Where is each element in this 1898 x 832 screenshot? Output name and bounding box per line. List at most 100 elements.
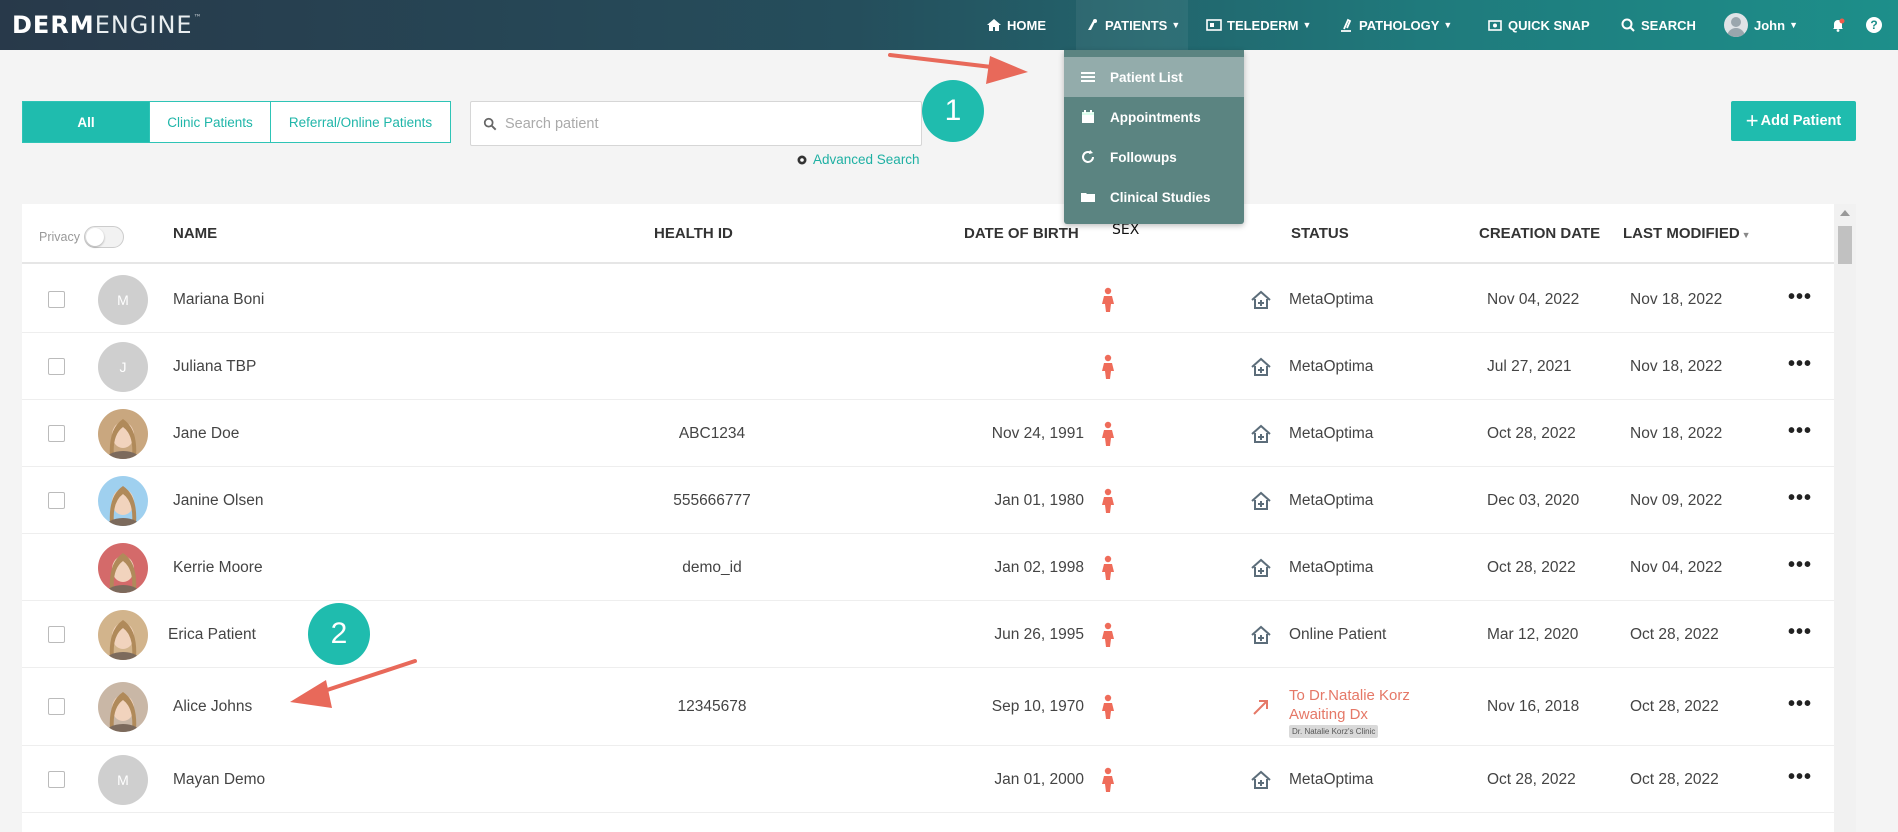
avatar-initial: J bbox=[119, 358, 127, 375]
table-row[interactable]: Erica Patient Jun 26, 1995 Online Patient… bbox=[22, 601, 1834, 668]
col-creation-date[interactable]: CREATION DATE bbox=[1479, 225, 1600, 242]
patient-name[interactable]: Mayan Demo bbox=[173, 771, 265, 789]
advanced-search-link[interactable]: Advanced Search bbox=[796, 152, 920, 167]
health-id: 12345678 bbox=[677, 698, 747, 715]
avatar[interactable]: M bbox=[98, 274, 148, 325]
row-checkbox[interactable] bbox=[48, 357, 65, 375]
nav-user-menu[interactable]: John ▼ bbox=[1724, 0, 1798, 50]
col-sex[interactable]: SEX bbox=[1112, 222, 1139, 238]
top-navbar: DERMENGINE™ HOME PATIENTS ▼ TELEDERM ▼ PAT… bbox=[0, 0, 1898, 50]
health-id: 555666777 bbox=[673, 491, 751, 509]
patient-status: MetaOptima bbox=[1289, 357, 1374, 375]
patient-name[interactable]: Kerrie Moore bbox=[173, 559, 263, 577]
app-logo[interactable]: DERMENGINE™ bbox=[12, 11, 203, 39]
help-icon: ? bbox=[1866, 17, 1882, 33]
avatar[interactable] bbox=[98, 682, 148, 732]
patient-name[interactable]: Janine Olsen bbox=[173, 492, 263, 510]
female-icon bbox=[1102, 622, 1114, 647]
status-line-1: To Dr.Natalie Korz bbox=[1289, 687, 1410, 704]
more-options-icon[interactable]: ••• bbox=[1788, 420, 1812, 443]
search-input[interactable] bbox=[503, 114, 903, 133]
user-avatar bbox=[1724, 13, 1748, 37]
patient-photo bbox=[105, 485, 141, 526]
avatar[interactable] bbox=[98, 609, 148, 660]
bell-icon bbox=[1833, 18, 1845, 32]
scroll-up-icon[interactable] bbox=[1840, 210, 1850, 216]
col-last-modified[interactable]: LAST MODIFIED ▼ bbox=[1623, 225, 1751, 242]
patient-status: MetaOptima bbox=[1289, 290, 1374, 308]
date-of-birth: Jan 02, 1998 bbox=[994, 558, 1084, 576]
row-checkbox[interactable] bbox=[48, 491, 65, 509]
more-options-icon[interactable]: ••• bbox=[1788, 554, 1812, 577]
col-name[interactable]: NAME bbox=[173, 225, 217, 242]
row-checkbox[interactable] bbox=[48, 290, 65, 308]
table-row[interactable]: Jane Doe ABC1234 Nov 24, 1991 MetaOptima Oc… bbox=[22, 400, 1834, 467]
table-row[interactable]: M Mariana Boni MetaOptima Nov 04, 2022 Nov … bbox=[22, 266, 1834, 333]
notifications-button[interactable] bbox=[1830, 0, 1851, 50]
more-options-icon[interactable]: ••• bbox=[1788, 766, 1812, 789]
row-checkbox[interactable] bbox=[48, 424, 65, 442]
menu-item-patient-list[interactable]: Patient List bbox=[1064, 57, 1244, 97]
last-modified-date: Nov 18, 2022 bbox=[1630, 357, 1723, 375]
col-date-of-birth[interactable]: DATE OF BIRTH bbox=[964, 225, 1079, 242]
toggle-switch[interactable] bbox=[83, 226, 124, 248]
female-icon bbox=[1102, 421, 1114, 446]
nav-home[interactable]: HOME bbox=[986, 0, 1046, 50]
patient-photo bbox=[105, 619, 141, 660]
more-options-icon[interactable]: ••• bbox=[1788, 487, 1812, 510]
patient-name[interactable]: Jane Doe bbox=[173, 425, 239, 443]
more-options-icon[interactable]: ••• bbox=[1788, 286, 1812, 309]
patient-name[interactable]: Erica Patient bbox=[168, 626, 256, 644]
more-options-icon[interactable]: ••• bbox=[1788, 621, 1812, 644]
row-checkbox[interactable] bbox=[48, 698, 65, 715]
nav-search[interactable]: SEARCH bbox=[1620, 0, 1696, 50]
add-patient-button[interactable]: + Add Patient bbox=[1731, 101, 1856, 141]
menu-item-followups[interactable]: Followups bbox=[1064, 137, 1244, 177]
menu-item-clinical-studies[interactable]: Clinical Studies bbox=[1064, 177, 1244, 217]
tab-referral-online-patients[interactable]: Referral/Online Patients bbox=[270, 102, 450, 142]
clinic-home-icon bbox=[1251, 558, 1271, 577]
calendar-icon bbox=[1082, 110, 1094, 123]
col-last-modified-label: LAST MODIFIED bbox=[1623, 225, 1740, 242]
nav-telederm[interactable]: TELEDERM ▼ bbox=[1206, 0, 1311, 50]
patient-status: MetaOptima bbox=[1289, 491, 1374, 509]
status-referral[interactable]: To Dr.Natalie Korz Awaiting Dx bbox=[1289, 686, 1410, 724]
nav-patients[interactable]: PATIENTS ▼ bbox=[1076, 0, 1189, 50]
creation-date: Oct 28, 2022 bbox=[1487, 558, 1576, 576]
last-modified-date: Nov 09, 2022 bbox=[1630, 491, 1723, 509]
table-row[interactable]: Janine Olsen 555666777 Jan 01, 1980 MetaOp… bbox=[22, 467, 1834, 534]
last-modified-date: Oct 28, 2022 bbox=[1630, 698, 1719, 715]
user-name: John bbox=[1754, 17, 1786, 33]
avatar[interactable]: M bbox=[98, 754, 148, 805]
more-options-icon[interactable]: ••• bbox=[1788, 693, 1812, 716]
nav-quick-snap[interactable]: QUICK SNAP bbox=[1487, 0, 1590, 50]
more-options-icon[interactable]: ••• bbox=[1788, 353, 1812, 376]
table-row[interactable]: J Juliana TBP MetaOptima Jul 27, 2021 Nov 1… bbox=[22, 333, 1834, 400]
avatar[interactable] bbox=[98, 475, 148, 526]
patient-name[interactable]: Juliana TBP bbox=[173, 358, 256, 376]
avatar[interactable] bbox=[98, 408, 148, 459]
patient-name[interactable]: Alice Johns bbox=[173, 698, 252, 716]
tab-all[interactable]: All bbox=[23, 102, 149, 142]
female-icon bbox=[1102, 694, 1114, 719]
menu-item-appointments[interactable]: Appointments bbox=[1064, 97, 1244, 137]
tab-clinic-patients[interactable]: Clinic Patients bbox=[149, 102, 270, 142]
nav-pathology[interactable]: PATHOLOGY ▼ bbox=[1338, 0, 1452, 50]
avatar[interactable] bbox=[98, 542, 148, 593]
patient-name[interactable]: Mariana Boni bbox=[173, 291, 264, 309]
clinic-home-icon bbox=[1251, 625, 1271, 644]
help-button[interactable]: ? bbox=[1866, 0, 1882, 50]
table-row[interactable]: Kerrie Moore demo_id Jan 02, 1998 MetaOpti… bbox=[22, 534, 1834, 601]
table-row[interactable]: M Mayan Demo Jan 01, 2000 MetaOptima Oct 28… bbox=[22, 746, 1834, 813]
nav-quick-snap-label: QUICK SNAP bbox=[1508, 17, 1590, 33]
avatar[interactable]: J bbox=[98, 341, 148, 392]
scroll-thumb[interactable] bbox=[1838, 226, 1852, 264]
col-status[interactable]: STATUS bbox=[1291, 225, 1349, 242]
col-health-id[interactable]: HEALTH ID bbox=[654, 225, 733, 242]
table-row[interactable]: Alice Johns 12345678 Sep 10, 1970 To Dr.Na… bbox=[22, 668, 1834, 746]
row-checkbox[interactable] bbox=[48, 770, 65, 788]
vertical-scrollbar[interactable] bbox=[1834, 204, 1856, 832]
avatar-initial: M bbox=[117, 291, 129, 308]
privacy-toggle[interactable]: Privacy bbox=[39, 226, 124, 248]
row-checkbox[interactable] bbox=[48, 625, 65, 643]
